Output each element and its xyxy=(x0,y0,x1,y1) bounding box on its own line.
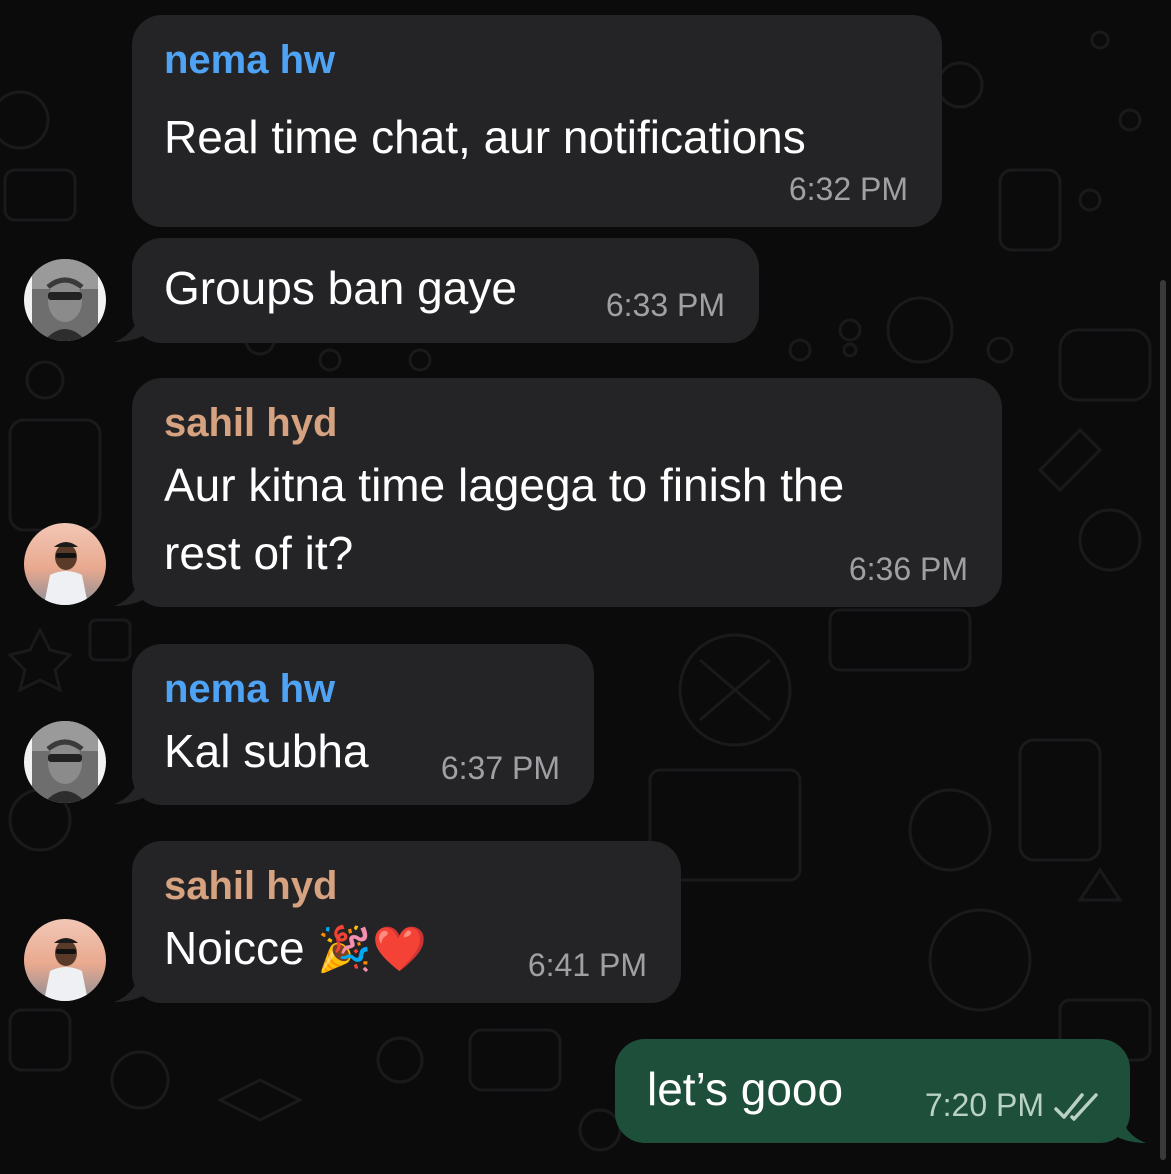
message-timestamp: 6:37 PM xyxy=(440,750,560,786)
message-timestamp: 6:33 PM xyxy=(605,287,725,323)
message-text-content: Noicce xyxy=(164,922,305,974)
sender-name[interactable]: nema hw xyxy=(164,666,335,712)
message-text-line: Aur kitna time lagega to finish the xyxy=(164,459,845,511)
message-bubble[interactable]: sahil hyd Aur kitna time lagega to finis… xyxy=(132,378,1002,607)
sender-name[interactable]: sahil hyd xyxy=(164,863,337,909)
message-text-line: rest of it? xyxy=(164,527,354,579)
party-popper-heart-emoji: 🎉❤️ xyxy=(317,924,427,975)
message-timestamp: 6:32 PM xyxy=(788,171,908,207)
double-check-icon xyxy=(1054,1093,1098,1121)
nema-avatar[interactable] xyxy=(24,259,106,341)
message-bubble[interactable]: nema hw Kal subha 6:37 PM xyxy=(132,644,594,805)
sender-name[interactable]: sahil hyd xyxy=(164,400,337,446)
message-text: Kal subha xyxy=(164,725,369,777)
message-bubble[interactable]: nema hw Real time chat, aur notification… xyxy=(132,15,942,227)
message-timestamp: 7:20 PM xyxy=(924,1087,1044,1123)
message-text: Real time chat, aur notifications xyxy=(164,111,806,163)
avatar-photo-icon xyxy=(24,919,106,1001)
message-timestamp: 6:36 PM xyxy=(848,551,968,587)
message-bubble[interactable]: let’s gooo 7:20 PM xyxy=(615,1039,1130,1143)
message-bubble[interactable]: Groups ban gaye 6:33 PM xyxy=(132,238,759,343)
message-bubble[interactable]: sahil hyd Noicce 🎉❤️ 6:41 PM xyxy=(132,841,681,1003)
nema-avatar[interactable] xyxy=(24,721,106,803)
sahil-avatar[interactable] xyxy=(24,523,106,605)
message-timestamp: 6:41 PM xyxy=(527,947,647,983)
scrollbar[interactable] xyxy=(1160,280,1166,1160)
message-text: let’s gooo xyxy=(647,1063,844,1115)
avatar-photo-icon xyxy=(24,523,106,605)
sender-name[interactable]: nema hw xyxy=(164,37,335,83)
sahil-avatar[interactable] xyxy=(24,919,106,1001)
avatar-photo-icon xyxy=(24,721,106,803)
avatar-photo-icon xyxy=(24,259,106,341)
message-text: Groups ban gaye xyxy=(164,262,517,314)
message-text: Noicce 🎉❤️ xyxy=(164,916,427,982)
